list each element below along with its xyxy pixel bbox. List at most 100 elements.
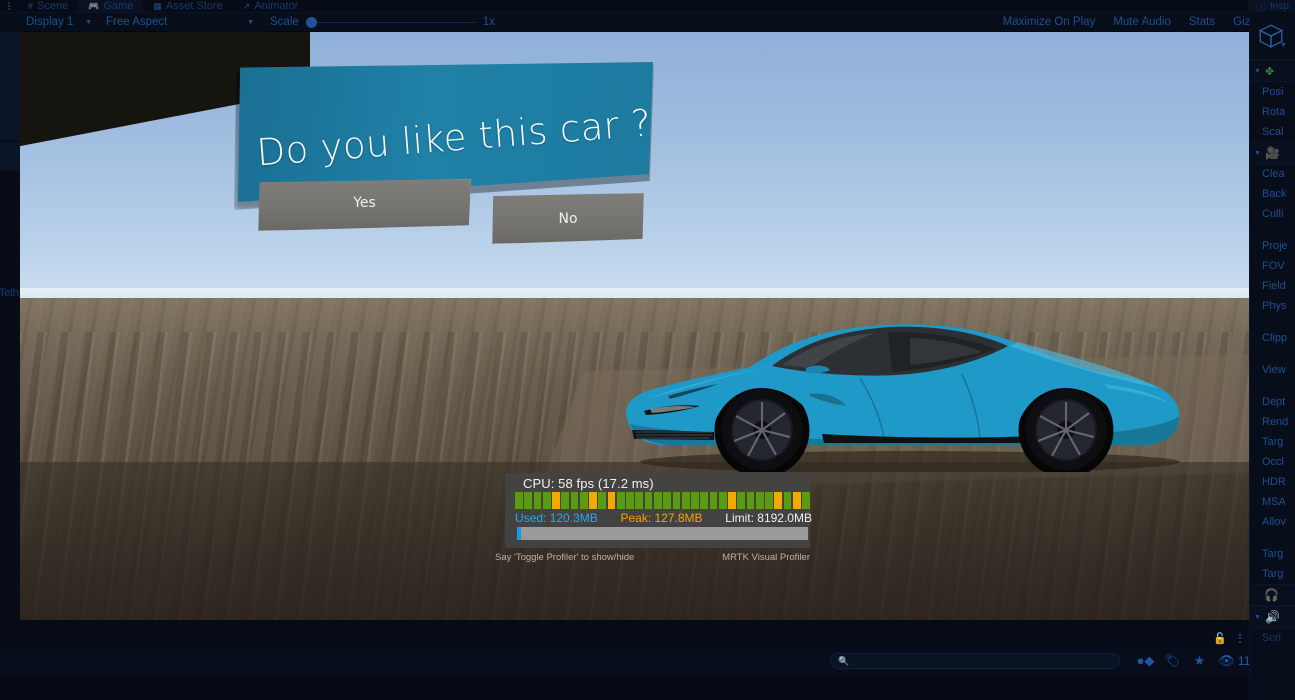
tab-game[interactable]: 🎮 Game [78, 0, 144, 12]
inspector-row-projection[interactable]: Proje [1250, 236, 1295, 256]
profiler-cpu-readout: CPU: 58 fps (17.2 ms) [523, 476, 654, 491]
profiler-frame-bar [635, 492, 644, 509]
camera-section-header[interactable]: ▼ 🎥 [1250, 142, 1295, 164]
inspector-row-msaa[interactable]: MSA [1250, 492, 1295, 512]
profiler-used: Used: 120.3MB [515, 511, 598, 525]
inspector-panel: ⓘ Insp ▼ ▼ ✥ Posi Rota Scal ▼ 🎥 Clea Bac… [1249, 0, 1295, 700]
inspector-spacer [1250, 348, 1295, 360]
game-view-toolbar: Display 1 ▼ Free Aspect ▼ Scale 1x Maxim… [0, 12, 1295, 32]
inspector-row-field-of-view[interactable]: Field [1250, 276, 1295, 296]
audio-source-section-header[interactable]: ▼ 🔊 [1250, 606, 1295, 628]
inspector-row-target-eye[interactable]: Targ [1250, 564, 1295, 584]
chevron-down-icon[interactable]: ▼ [1254, 68, 1261, 75]
profiler-frame-bar [607, 492, 616, 509]
display-dropdown-label: Display 1 [26, 16, 74, 28]
inspector-row-clipping-planes[interactable]: Clipp [1250, 328, 1295, 348]
animator-icon: ↗ [242, 0, 251, 11]
maximize-on-play-label: Maximize On Play [1002, 16, 1096, 28]
profiler-frame-bar [653, 492, 662, 509]
inspector-row-hdr[interactable]: HDR [1250, 472, 1295, 492]
profiler-frame-bar [644, 492, 653, 509]
transform-section-header[interactable]: ▼ ✥ [1250, 60, 1295, 82]
inspector-row-position[interactable]: Posi [1250, 82, 1295, 102]
star-icon[interactable]: ★ [1186, 651, 1213, 671]
profiler-memory-bar [517, 527, 808, 540]
scale-slider-knob[interactable] [305, 16, 317, 28]
chevron-down-icon[interactable]: ▼ [1254, 614, 1261, 621]
tab-inspector-label: Insp [1270, 0, 1289, 12]
search-field[interactable]: 🔍 [830, 653, 1120, 669]
scale-control[interactable]: Scale 1x [270, 15, 495, 29]
editor-tab-strip: # Scene 🎮 Game ▦ Asset Store ↗ Animator [0, 0, 1295, 12]
maximize-on-play-button[interactable]: Maximize On Play [994, 12, 1105, 32]
profiler-hint: Say 'Toggle Profiler' to show/hide [495, 551, 635, 563]
kebab-icon[interactable] [1239, 633, 1241, 643]
profiler-peak: Peak: 127.8MB [620, 511, 702, 525]
tab-asset-store[interactable]: ▦ Asset Store [143, 0, 233, 12]
left-rail-band-top [0, 32, 20, 140]
bottom-content-row [0, 674, 1249, 700]
inspector-row-allow-dynamic-resolution[interactable]: Allov [1250, 512, 1295, 532]
profiler-frame-bar [746, 492, 755, 509]
avatar-icon[interactable]: ●◆ [1132, 651, 1159, 671]
inspector-row-background[interactable]: Back [1250, 184, 1295, 204]
inspector-row-rendering-path[interactable]: Rend [1250, 412, 1295, 432]
scale-slider[interactable] [305, 15, 476, 29]
dialog-yes-label: Yes [353, 195, 376, 211]
profiler-frame-bar [524, 492, 533, 509]
inspector-row-scale[interactable]: Scal [1250, 122, 1295, 142]
audio-listener-section-header[interactable]: 🎧 [1250, 584, 1295, 606]
aspect-dropdown[interactable]: Free Aspect ▼ [100, 14, 260, 30]
inspector-row-occlusion-culling[interactable]: Occl [1250, 452, 1295, 472]
inspector-row-culling-mask[interactable]: Culli [1250, 204, 1295, 224]
profiler-panel: CPU: 58 fps (17.2 ms) Used: 120.3MB Peak… [505, 473, 812, 548]
search-input[interactable] [854, 655, 1112, 667]
inspector-spacer [1250, 316, 1295, 328]
inspector-row-depth[interactable]: Dept [1250, 392, 1295, 412]
inspector-row-target-texture[interactable]: Targ [1250, 432, 1295, 452]
inspector-row-target-display[interactable]: Targ [1250, 544, 1295, 564]
inspector-row-fov-axis[interactable]: FOV [1250, 256, 1295, 276]
lock-icon[interactable]: 🔓 [1213, 632, 1227, 645]
tab-animator[interactable]: ↗ Animator [232, 0, 309, 12]
panel-menu-icon[interactable] [0, 0, 18, 12]
inspector-row-rotation[interactable]: Rota [1250, 102, 1295, 122]
dialog-no-button[interactable]: No [492, 193, 644, 244]
stats-button[interactable]: Stats [1180, 12, 1224, 32]
game-view-viewport[interactable]: Do you like this car ? Yes No CPU: 58 fp… [20, 32, 1249, 620]
left-rail: Teth [0, 32, 20, 620]
display-dropdown[interactable]: Display 1 ▼ [20, 14, 98, 30]
profiler-frame-bars [515, 492, 810, 509]
profiler-frame-bar [515, 492, 523, 509]
mute-audio-button[interactable]: Mute Audio [1104, 12, 1180, 32]
inspector-row-script[interactable]: Scri [1250, 628, 1295, 648]
profiler-frame-bar [774, 492, 783, 509]
aspect-dropdown-label: Free Aspect [106, 16, 168, 28]
inspector-row-clear-flags[interactable]: Clea [1250, 164, 1295, 184]
profiler-frame-bar [616, 492, 625, 509]
profiler-frame-bar [802, 492, 810, 509]
eye-off-icon[interactable]: 👁 [1213, 651, 1240, 671]
unity-editor-window: # Scene 🎮 Game ▦ Asset Store ↗ Animator … [0, 0, 1295, 700]
profiler-frame-bar [626, 492, 634, 509]
tab-animator-label: Animator [254, 0, 299, 12]
profiler-frame-bar [709, 492, 718, 509]
profiler-frame-bar [542, 492, 551, 509]
bottom-panel: 🔓 🔍 ●◆ 🏷 ★ 👁 11 [0, 620, 1250, 700]
profiler-frame-bar [561, 492, 570, 509]
dialog-yes-button[interactable]: Yes [258, 179, 471, 231]
profiler-limit: Limit: 8192.0MB [725, 511, 812, 525]
profiler-frame-bar [663, 492, 672, 509]
dialog-no-label: No [558, 210, 578, 227]
chevron-down-icon[interactable]: ▼ [1254, 150, 1261, 157]
chevron-down-icon: ▼ [247, 18, 254, 26]
speaker-icon: 🔊 [1264, 610, 1280, 624]
profiler-frame-bar [598, 492, 607, 509]
headphones-icon: 🎧 [1264, 588, 1279, 602]
tag-icon[interactable]: 🏷 [1159, 651, 1186, 671]
tab-scene[interactable]: # Scene [18, 0, 79, 12]
inspector-row-physical-camera[interactable]: Phys [1250, 296, 1295, 316]
chevron-down-icon[interactable]: ▼ [1280, 42, 1287, 49]
tab-inspector[interactable]: ⓘ Insp [1250, 0, 1295, 14]
inspector-row-viewport-rect[interactable]: View [1250, 360, 1295, 380]
